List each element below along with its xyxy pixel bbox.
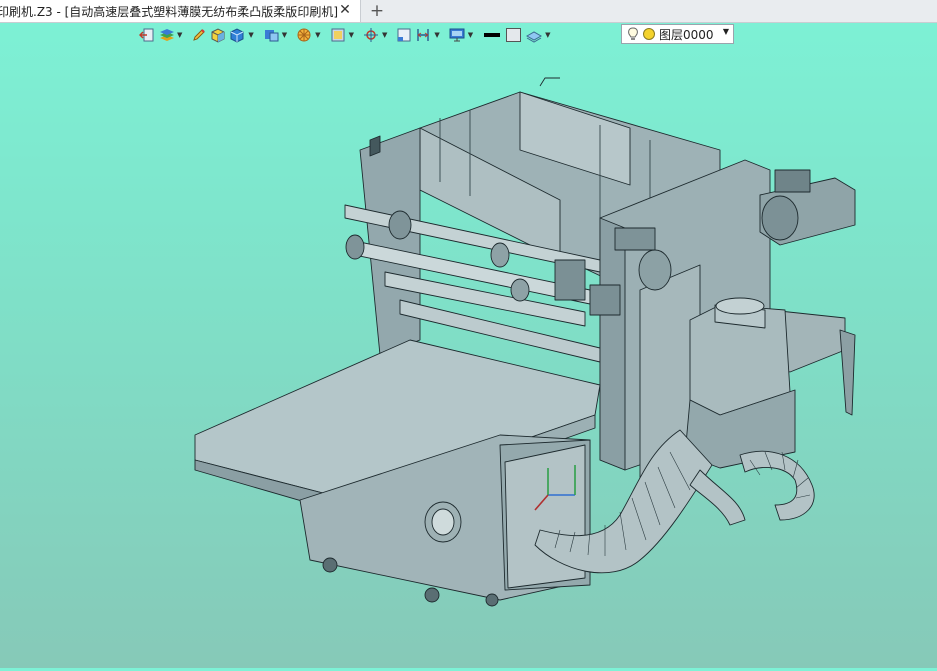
- fill-color-swatch[interactable]: [505, 25, 523, 45]
- cube-blue-icon[interactable]: ▼: [229, 25, 254, 45]
- layer-name: 图层0000: [659, 27, 714, 42]
- exit-icon[interactable]: [139, 25, 155, 45]
- cube-shaded-icon[interactable]: [210, 25, 226, 45]
- layers-icon[interactable]: ▼: [158, 25, 182, 45]
- tab-bar: 印刷机.Z3 - [自动高速层叠式塑料薄膜无纺布柔凸版柔版印刷机] ✕ +: [0, 0, 937, 23]
- chevron-down-icon[interactable]: ▼: [723, 27, 729, 36]
- render-icon[interactable]: ▼: [296, 25, 321, 45]
- yellow-circle-icon: [643, 28, 655, 40]
- layer-select[interactable]: 图层0000 ▼: [621, 24, 734, 44]
- document-tab-title: 印刷机.Z3 - [自动高速层叠式塑料薄膜无纺布柔凸版柔版印刷机]: [0, 4, 338, 19]
- cube-display-icon[interactable]: ▼: [263, 25, 287, 45]
- document-tab[interactable]: 印刷机.Z3 - [自动高速层叠式塑料薄膜无纺布柔凸版柔版印刷机] ✕: [0, 0, 361, 22]
- close-icon[interactable]: ✕: [336, 1, 354, 19]
- add-tab-icon[interactable]: +: [368, 1, 386, 21]
- pencil-icon[interactable]: [191, 25, 207, 45]
- dimension-icon[interactable]: ▼: [415, 25, 440, 45]
- surface-icon[interactable]: ▼: [526, 25, 551, 45]
- display-mode-icon[interactable]: ▼: [330, 25, 354, 45]
- monitor-icon[interactable]: ▼: [449, 25, 473, 45]
- view-toolbar: ▼ ▼ ▼ ▼ ▼ ▼ ▼ ▼ ▼: [139, 24, 554, 46]
- line-color-swatch[interactable]: [482, 25, 502, 45]
- machine-model: [194, 77, 856, 607]
- bulb-icon[interactable]: [626, 26, 640, 42]
- 3d-viewport[interactable]: [0, 46, 937, 668]
- view-frame-icon[interactable]: [396, 25, 412, 45]
- snap-icon[interactable]: ▼: [363, 25, 387, 45]
